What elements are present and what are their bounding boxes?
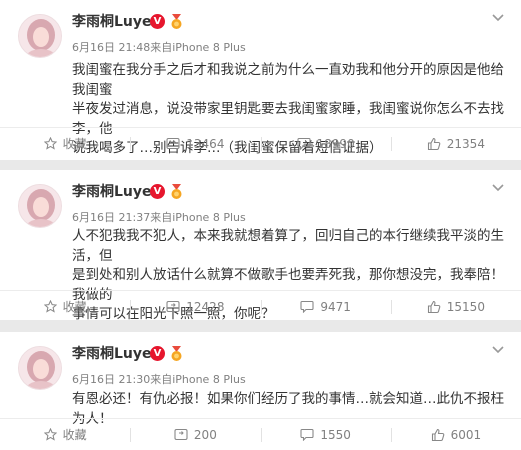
favorite-button[interactable]: 收藏 — [0, 128, 130, 159]
post-meta: 6月16日 21:30来自iPhone 8 Plus — [72, 373, 246, 386]
action-bar: 收藏 13464 18990 21354 — [0, 127, 521, 159]
comment-count: 1550 — [320, 427, 351, 442]
post-text-line: 人不犯我我不犯人，本来我就想着算了，回归自己的本行继续我平淡的生活，但 — [72, 228, 504, 264]
chevron-down-icon[interactable] — [491, 10, 505, 24]
favorite-label: 收藏 — [62, 300, 87, 314]
author-name[interactable]: 李雨桐Luyee — [72, 13, 161, 31]
author-name[interactable]: 李雨桐Luyee — [72, 345, 161, 363]
comment-button[interactable]: 9471 — [260, 291, 391, 322]
post-text-line: 我闺蜜在我分手之后才和我说之前为什么一直劝我和他分开的原因是他给我闺蜜 — [72, 62, 504, 98]
like-button[interactable]: 21354 — [390, 128, 521, 159]
favorite-label: 收藏 — [62, 137, 87, 151]
favorite-label: 收藏 — [62, 428, 87, 442]
avatar[interactable] — [18, 184, 62, 228]
avatar[interactable] — [18, 14, 62, 58]
comment-icon — [296, 137, 311, 150]
repost-count: 13464 — [186, 136, 225, 151]
repost-count: 200 — [193, 427, 217, 442]
comment-count: 9471 — [320, 299, 351, 314]
repost-button[interactable]: 13464 — [130, 128, 260, 159]
post-meta: 6月16日 21:37来自iPhone 8 Plus — [72, 211, 246, 224]
avatar[interactable] — [18, 346, 62, 390]
verified-icon: V — [150, 14, 165, 29]
comment-icon — [300, 428, 314, 441]
repost-icon — [166, 300, 180, 313]
star-icon — [43, 137, 57, 150]
comment-icon — [300, 300, 314, 313]
like-count: 15150 — [446, 299, 485, 314]
repost-button[interactable]: 12428 — [130, 291, 260, 322]
verified-icon: V — [150, 184, 165, 199]
weibo-post: 李雨桐Luyee V 6月16日 21:48来自iPhone 8 Plus 我闺… — [0, 0, 521, 160]
thumbs-up-icon — [427, 137, 441, 150]
favorite-button[interactable]: 收藏 — [0, 419, 130, 450]
action-bar: 收藏 12428 9471 15150 — [0, 290, 521, 322]
like-count: 21354 — [446, 136, 485, 151]
like-count: 6001 — [450, 427, 482, 442]
medal-icon[interactable] — [168, 345, 185, 362]
comment-count: 18990 — [316, 136, 355, 151]
post-meta: 6月16日 21:48来自iPhone 8 Plus — [72, 41, 246, 54]
like-button[interactable]: 6001 — [390, 419, 521, 450]
thumbs-up-icon — [431, 428, 444, 441]
favorite-button[interactable]: 收藏 — [0, 291, 130, 322]
star-icon — [43, 300, 57, 313]
thumbs-up-icon — [427, 300, 441, 313]
repost-icon — [166, 137, 180, 150]
chevron-down-icon[interactable] — [491, 180, 505, 194]
comment-button[interactable]: 1550 — [260, 419, 391, 450]
repost-icon — [174, 428, 188, 441]
author-name[interactable]: 李雨桐Luyee — [72, 183, 161, 201]
star-icon — [43, 428, 57, 441]
comment-button[interactable]: 18990 — [260, 128, 391, 159]
repost-count: 12428 — [186, 299, 225, 314]
chevron-down-icon[interactable] — [491, 342, 505, 356]
medal-icon[interactable] — [168, 13, 185, 30]
like-button[interactable]: 15150 — [390, 291, 521, 322]
action-bar: 收藏 200 1550 6001 — [0, 418, 521, 450]
weibo-post: 李雨桐Luyee V 6月16日 21:37来自iPhone 8 Plus 人不… — [0, 170, 521, 322]
medal-icon[interactable] — [168, 183, 185, 200]
verified-icon: V — [150, 346, 165, 361]
weibo-post: 李雨桐Luyee V 6月16日 21:30来自iPhone 8 Plus 有恩… — [0, 332, 521, 450]
repost-button[interactable]: 200 — [130, 419, 260, 450]
